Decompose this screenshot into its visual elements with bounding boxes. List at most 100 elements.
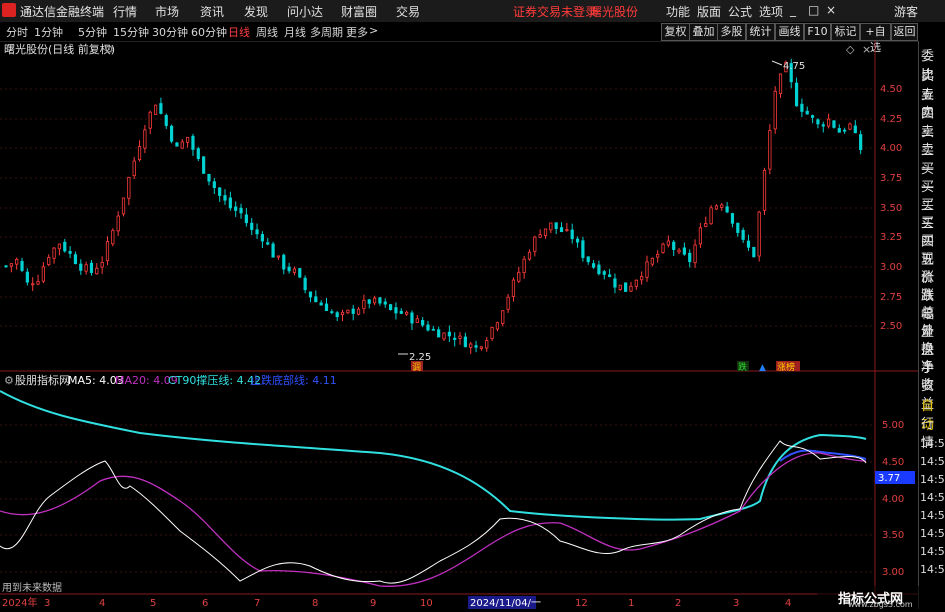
footer-note: 用到未来数据 [2,581,62,594]
candle-body [859,134,863,151]
candle-body [159,103,163,114]
tf-button[interactable]: 30分钟 [152,24,188,40]
menu-item[interactable]: 版面 [697,3,721,20]
toolbar-button[interactable]: 多股 [717,23,746,41]
toolbar-button[interactable]: 叠加 [689,23,718,41]
candle-body [608,274,612,277]
tf-more-chevron-icon[interactable]: > [369,24,378,37]
candle-body [255,229,259,235]
menu-item[interactable]: 公式 [728,3,752,20]
candle-body [426,324,430,331]
menu-item[interactable]: 行情 [113,3,137,20]
candle-body [709,207,713,225]
tf-button[interactable]: 多周期 [310,24,343,40]
menu-item[interactable]: 市场 [155,3,179,20]
toolbar-button[interactable]: 画线 [775,23,804,41]
minimize-button[interactable]: _ [790,3,796,17]
tf-button[interactable]: 分时 [6,24,28,40]
tf-button[interactable]: 5分钟 [78,24,107,40]
x-month: 3 [733,598,739,609]
timeframe-toolbar: 分时 1分钟 5分钟 15分钟 30分钟 60分钟 日线 周线 月线 多周期 更… [0,22,945,54]
candle-body [501,310,505,324]
candle-body [36,280,40,285]
maximize-button[interactable]: □ [808,3,819,17]
indicator-settings-icon[interactable]: ⚙ [4,374,14,387]
candle-body [757,211,761,257]
candle-body [474,345,478,348]
rp-time: 14:56 [920,527,945,540]
candle-body [41,266,45,282]
candle-body [47,257,51,265]
candle-body [148,111,152,129]
x-month: 9 [370,598,376,609]
toolbar-button[interactable]: 统计 [746,23,775,41]
candle-body [634,279,638,287]
candle-body [164,115,168,126]
y-tick: 3.00 [880,262,902,273]
candle-body [356,308,361,315]
chart-settings-icon[interactable]: ⚙ [104,43,114,56]
candle-body [250,222,254,230]
candle-body [324,303,329,312]
menu-item[interactable]: 财富圈 [341,3,377,20]
tf-button[interactable]: 周线 [256,24,278,40]
candle-body [730,213,735,224]
candle-body [223,195,227,201]
close-button[interactable]: × [826,3,836,17]
candle-body [613,278,617,288]
candle-body [794,82,799,107]
candle-body [437,329,441,338]
tf-button[interactable]: 1分钟 [34,24,63,40]
diamond-icon[interactable]: ◇ [846,43,855,56]
guest-label[interactable]: 游客 [894,3,918,20]
marker-label: 调 [412,362,421,373]
candle-body [346,309,350,314]
candle-body [52,247,56,259]
candle-body [586,256,590,263]
close-pane-icon[interactable]: × [862,43,871,56]
toolbar-button[interactable]: +自选 [860,23,891,54]
candle-body [9,263,13,267]
tf-more-button[interactable]: 更多 [346,24,368,40]
candle-body [410,312,414,324]
menu-item[interactable]: 选项 [759,3,783,20]
candle-body [239,207,243,214]
marker-label: 涨榜 [777,361,795,373]
candle-body [95,267,99,275]
menu-item[interactable]: 交易 [396,3,420,20]
tf-button-active[interactable]: 日线 [228,24,250,40]
candle-body [25,271,29,283]
kline-chart-svg[interactable]: 曙光股份(日线 前复权) ⚙ ◇ × 4.50 4.25 4.00 3.75 3… [0,41,918,609]
candle-body [645,261,649,278]
toolbar-button[interactable]: F10 [804,23,831,41]
indicator-name: 股朋指标网 [15,373,70,387]
watermark-url: www.zbgs3.com [848,600,913,609]
candle-body [447,331,451,337]
tf-button[interactable]: 月线 [284,24,306,40]
toolbar-button[interactable]: 标记 [831,23,860,41]
menu-item[interactable]: 功能 [666,3,690,20]
tf-button[interactable]: 60分钟 [191,24,227,40]
y-tick: 4.50 [882,457,904,468]
rp-time: 14:56 [920,473,945,486]
candle-body [837,128,841,133]
candle-body [415,318,419,323]
candle-body [479,346,484,349]
candle-body [68,251,72,254]
menu-item[interactable]: 问小达 [287,3,323,20]
triangle-up-icon: ▲ [759,363,766,373]
y-tick: 3.75 [880,173,902,184]
toolbar-button[interactable]: 复权 [661,23,690,41]
toolbar-button[interactable]: 返回 [891,23,918,41]
y-tick: 3.50 [880,203,902,214]
login-notice[interactable]: 证券交易未登录 [513,3,597,20]
menu-item[interactable]: 发现 [244,3,268,20]
rp-time: 14:56 [920,563,945,576]
chart-area[interactable]: 曙光股份(日线 前复权) ⚙ ◇ × 4.50 4.25 4.00 3.75 3… [0,41,918,609]
candle-body [330,311,334,314]
tf-button[interactable]: 15分钟 [113,24,149,40]
y-tick: 5.00 [882,420,904,431]
menu-item[interactable]: 资讯 [200,3,224,20]
candle-body [132,160,136,177]
candle-body [287,266,291,272]
